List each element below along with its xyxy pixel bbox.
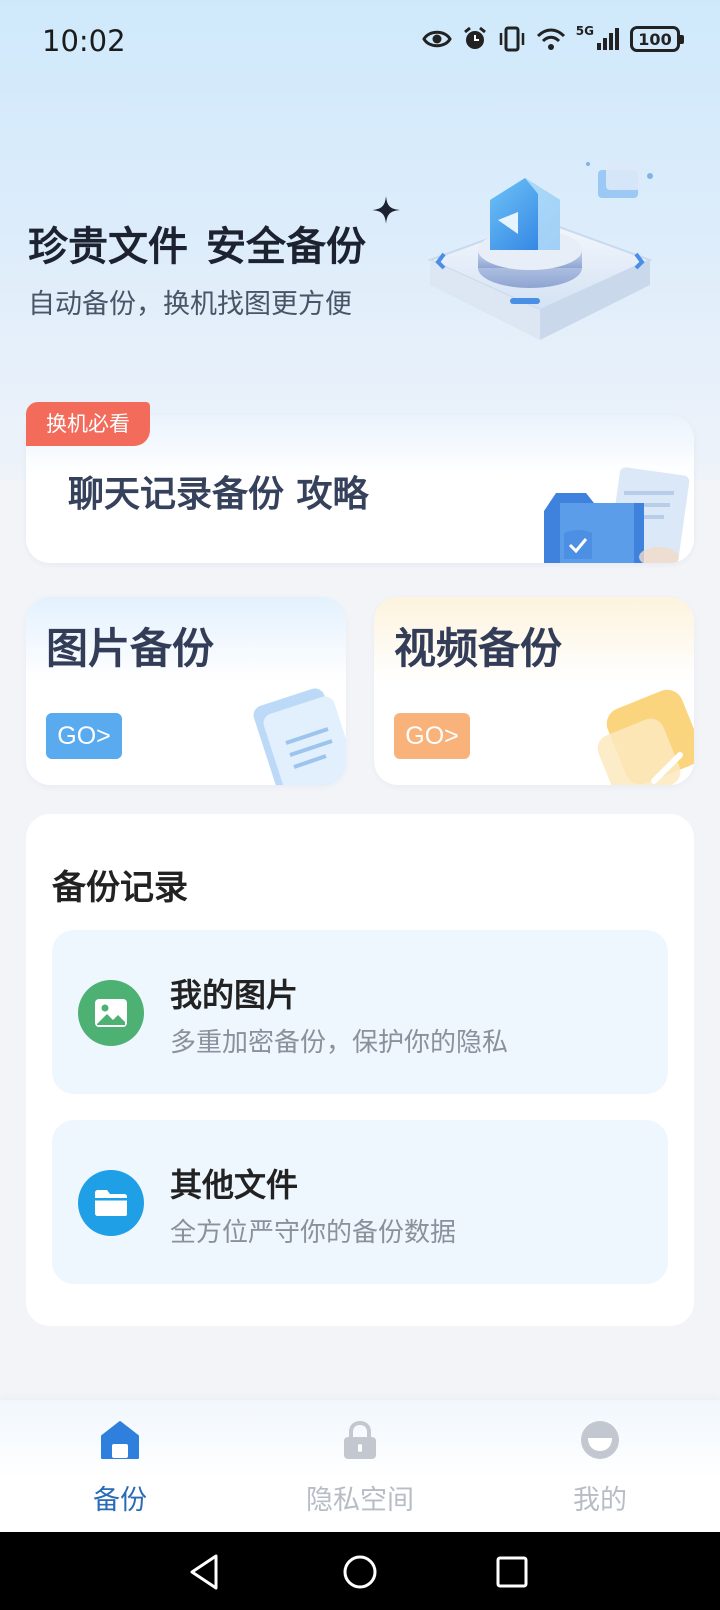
tab-backup[interactable]: 备份 (30, 1400, 210, 1532)
network-type: 5G (575, 24, 594, 38)
sparkle-icon (372, 196, 400, 224)
record-my-photos-desc: 多重加密备份，保护你的隐私 (170, 1028, 509, 1058)
signal-icon (597, 28, 619, 50)
vibrate-icon (499, 26, 525, 52)
hero-title-highlight: 安全备份 (206, 224, 366, 270)
recent-apps-icon[interactable] (492, 1552, 532, 1592)
alarm-icon (463, 26, 486, 49)
status-icons: 5G 100 (422, 24, 684, 52)
record-my-photos-title: 我的图片 (170, 976, 299, 1014)
tab-private-space-label: 隐私空间 (306, 1485, 414, 1516)
document-stack-illustration (253, 688, 346, 785)
tab-mine[interactable]: 我的 (510, 1400, 690, 1532)
lock-icon (344, 1420, 376, 1459)
image-icon (78, 980, 144, 1046)
hero-title-main: 珍贵文件 (28, 224, 188, 270)
home-icon (101, 1421, 139, 1459)
photo-backup-go-button[interactable]: GO> (46, 713, 122, 759)
guide-badge: 换机必看 (26, 402, 150, 446)
tab-backup-label: 备份 (93, 1485, 147, 1516)
backup-server-illustration (427, 162, 653, 340)
video-card-illustration (597, 689, 694, 785)
photo-backup-card[interactable]: 图片备份 GO> (26, 597, 346, 785)
video-backup-go-button[interactable]: GO> (394, 713, 470, 759)
bottom-nav: 备份 隐私空间 我的 (0, 1400, 720, 1532)
hero-subtitle: 自动备份，换机找图更方便 (28, 289, 352, 320)
video-backup-card[interactable]: 视频备份 GO> (374, 597, 694, 785)
status-time: 10:02 (42, 24, 126, 58)
backup-records-title: 备份记录 (52, 868, 188, 908)
tab-mine-label: 我的 (573, 1485, 627, 1516)
profile-icon (581, 1421, 619, 1459)
system-nav-bar (0, 1532, 720, 1610)
wifi-icon (536, 28, 565, 50)
hero-title: 珍贵文件 安全备份 (28, 214, 366, 272)
backup-records-panel: 备份记录 我的图片 多重加密备份，保护你的隐私 其他文件 全方位严守你的备份数据 (26, 814, 694, 1326)
video-backup-title: 视频备份 (394, 624, 563, 673)
back-icon[interactable] (186, 1552, 226, 1592)
eye-icon (422, 30, 452, 48)
guide-text: 聊天记录备份 攻略 (68, 474, 369, 515)
folder-icon (78, 1170, 144, 1236)
record-other-files[interactable]: 其他文件 全方位严守你的备份数据 (52, 1120, 668, 1284)
record-my-photos[interactable]: 我的图片 多重加密备份，保护你的隐私 (52, 930, 668, 1094)
home-circle-icon[interactable] (340, 1552, 380, 1592)
tab-private-space[interactable]: 隐私空间 (270, 1400, 450, 1532)
record-other-files-title: 其他文件 (170, 1166, 299, 1204)
battery-level: 100 (638, 29, 672, 49)
photo-backup-title: 图片备份 (46, 624, 215, 673)
folder-document-illustration (544, 467, 690, 563)
record-other-files-desc: 全方位严守你的备份数据 (170, 1218, 457, 1248)
battery-icon: 100 (630, 26, 684, 52)
status-bar: 10:02 5G 100 (0, 0, 720, 84)
